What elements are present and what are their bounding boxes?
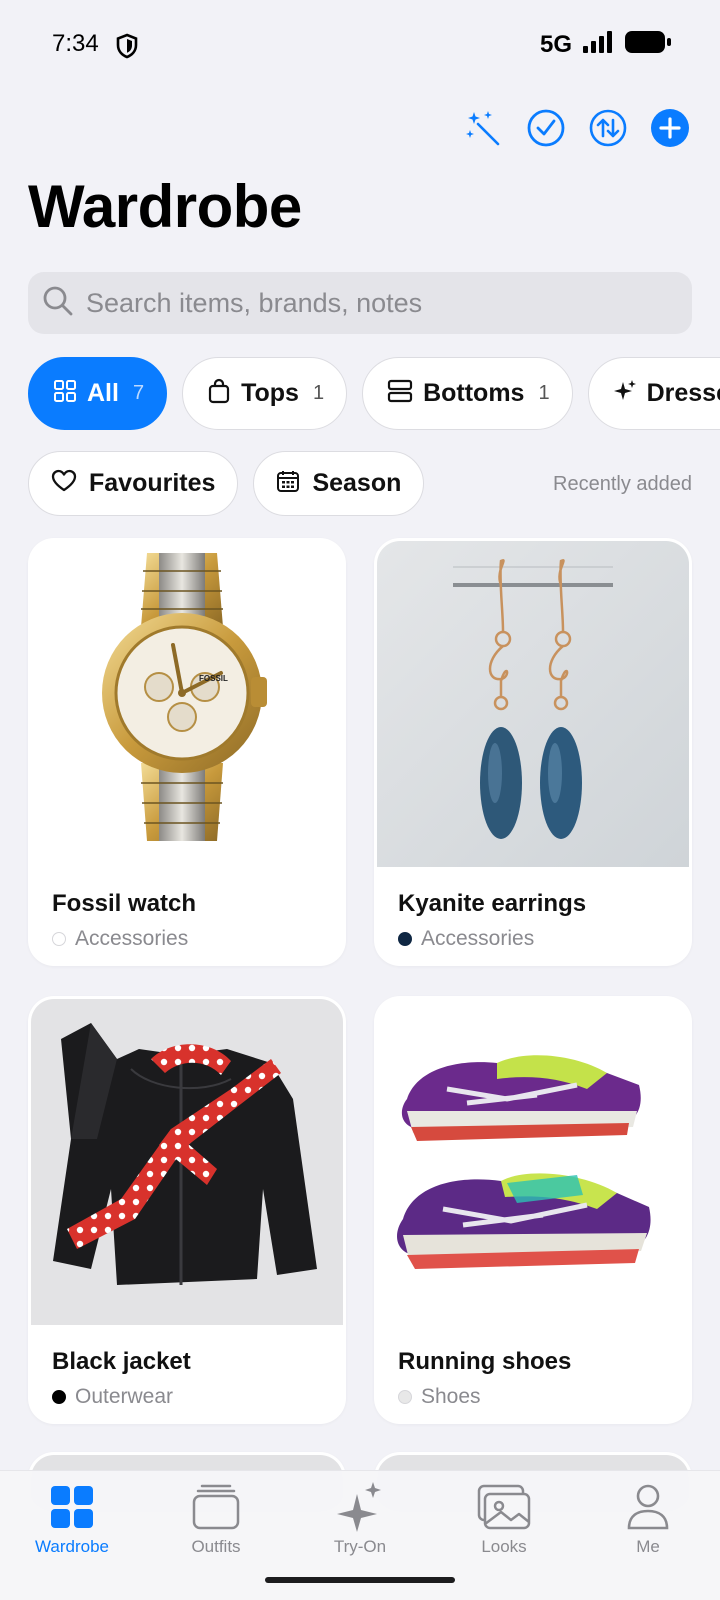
item-category-label: Outerwear (75, 1385, 174, 1408)
tab-label: Outfits (191, 1537, 241, 1556)
shield-icon (116, 33, 138, 64)
item-category-label: Accessories (75, 927, 189, 950)
tab-label: Wardrobe (34, 1537, 109, 1556)
item-card-kyanite-earrings[interactable]: Kyanite earrings Accessories (374, 538, 692, 966)
season-filter[interactable]: Season (253, 451, 425, 516)
chip-tops[interactable]: Tops 1 (182, 357, 348, 430)
sparkles-icon (337, 1481, 383, 1533)
chip-count: 7 (132, 382, 145, 404)
tab-label: Me (636, 1537, 660, 1556)
bag-icon (207, 378, 231, 409)
person-icon (627, 1481, 669, 1533)
search-input[interactable] (86, 287, 646, 319)
earrings-image (377, 541, 689, 867)
magic-wand-icon[interactable] (464, 108, 504, 148)
favourites-label: Favourites (89, 469, 216, 497)
chip-label: All (87, 379, 119, 407)
status-indicators: 5G (540, 30, 672, 59)
battery-icon (624, 30, 672, 59)
page-title: Wardrobe (28, 173, 302, 240)
item-title: Black jacket (52, 1348, 191, 1375)
watch-image: FOSSIL (31, 541, 343, 867)
svg-text:FOSSIL: FOSSIL (199, 674, 228, 683)
sparkle-icon (613, 378, 637, 409)
stack-icon (387, 379, 413, 408)
calendar-icon (276, 469, 300, 498)
chip-all[interactable]: All 7 (28, 357, 168, 430)
chip-label: Tops (241, 379, 299, 407)
color-dot (398, 932, 412, 946)
chip-count: 1 (312, 382, 325, 404)
item-title: Fossil watch (52, 890, 197, 917)
filter-row: Favourites Season (28, 451, 425, 516)
item-category: Accessories (52, 927, 188, 951)
tab-wardrobe[interactable]: Wardrobe (0, 1471, 144, 1571)
item-card-black-jacket[interactable]: Black jacket Outerwear (28, 996, 346, 1424)
sort-order-button[interactable]: Recently added (553, 473, 692, 496)
color-dot (52, 932, 66, 946)
item-category: Outerwear (52, 1385, 173, 1409)
category-chips: All 7 Tops 1 Bottoms 1 Dresses 1 (28, 357, 720, 430)
chip-count: 1 (538, 382, 550, 404)
outfits-stack-icon (192, 1481, 240, 1533)
sort-arrows-icon[interactable] (588, 108, 628, 148)
add-plus-icon[interactable] (650, 108, 690, 148)
item-category: Accessories (398, 927, 534, 951)
chip-label: Dresses (646, 379, 720, 407)
select-check-icon[interactable] (526, 108, 566, 148)
home-indicator[interactable] (265, 1577, 455, 1583)
status-bar: 7:34 5G (0, 0, 720, 90)
color-dot (52, 1390, 66, 1404)
season-label: Season (312, 469, 402, 497)
tab-label: Looks (481, 1537, 527, 1556)
tab-outfits[interactable]: Outfits (144, 1471, 288, 1571)
tab-me[interactable]: Me (576, 1471, 720, 1571)
item-card-running-shoes[interactable]: Running shoes Shoes (374, 996, 692, 1424)
search-icon (42, 285, 74, 322)
grid-icon (53, 379, 77, 408)
tab-label: Try-On (333, 1537, 387, 1556)
favourites-filter[interactable]: Favourites (28, 451, 239, 516)
color-dot (398, 1390, 412, 1404)
status-time: 7:34 (52, 30, 99, 57)
grid-icon (50, 1481, 94, 1533)
wardrobe-screen: 7:34 5G Wardrobe Search items, brands, n… (0, 0, 720, 1600)
item-title: Running shoes (398, 1348, 572, 1375)
network-label: 5G (539, 30, 572, 58)
tab-try-on[interactable]: Try-On (288, 1471, 432, 1571)
toolbar (464, 108, 690, 148)
item-category-label: Accessories (421, 927, 535, 950)
signal-icon (582, 31, 614, 58)
chip-bottoms[interactable]: Bottoms 1 (362, 357, 573, 430)
photos-icon (477, 1481, 531, 1533)
chip-dresses[interactable]: Dresses 1 (587, 357, 720, 430)
jacket-image (31, 999, 343, 1325)
search-bar[interactable] (28, 272, 692, 334)
item-category: Shoes (398, 1385, 481, 1409)
tab-looks[interactable]: Looks (432, 1471, 576, 1571)
item-card-fossil-watch[interactable]: FOSSIL Fossil watch Accessories (28, 538, 346, 966)
chip-label: Bottoms (423, 379, 525, 407)
shoes-image (377, 999, 689, 1325)
item-title: Kyanite earrings (398, 890, 587, 917)
heart-icon (51, 469, 77, 498)
item-category-label: Shoes (421, 1385, 481, 1408)
